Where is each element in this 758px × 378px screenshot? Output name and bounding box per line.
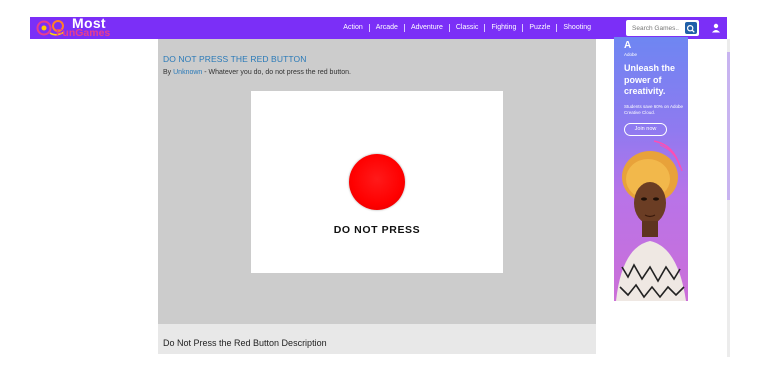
search-icon	[686, 24, 695, 33]
scrollbar-thumb[interactable]	[727, 52, 730, 200]
nav-adventure[interactable]: Adventure	[405, 24, 450, 32]
nav-action[interactable]: Action	[337, 24, 370, 32]
nav-classic[interactable]: Classic	[450, 24, 486, 32]
ad-brand: Adobe	[624, 52, 638, 57]
author-link[interactable]: Unknown	[173, 69, 202, 76]
ad-subtext: Students save 60% on Adobe Creative Clou…	[624, 104, 684, 115]
search-box	[626, 20, 699, 36]
category-nav: Action Arcade Adventure Classic Fighting…	[337, 17, 597, 39]
description-title: Do Not Press the Red Button Description	[163, 338, 327, 348]
adobe-logo: A	[624, 40, 632, 51]
nav-arcade[interactable]: Arcade	[370, 24, 405, 32]
search-input[interactable]	[626, 20, 684, 36]
user-icon	[712, 23, 720, 33]
user-account-button[interactable]	[709, 20, 723, 36]
nav-fighting[interactable]: Fighting	[485, 24, 524, 32]
red-button[interactable]	[349, 154, 405, 210]
ad-join-button[interactable]: Join now	[624, 123, 667, 136]
byline-prefix: By	[163, 69, 172, 76]
page: Most FunGames Action Arcade Adventure Cl…	[0, 0, 758, 378]
nav-puzzle[interactable]: Puzzle	[523, 24, 558, 32]
nav-shooting[interactable]: Shooting	[557, 24, 597, 32]
search-button[interactable]	[685, 22, 697, 34]
game-byline: By Unknown - Whatever you do, do not pre…	[163, 69, 351, 76]
game-title: DO NOT PRESS THE RED BUTTON	[163, 54, 307, 64]
ad-banner[interactable]: A Adobe Unleash the power of creativity.…	[614, 37, 688, 301]
game-panel: DO NOT PRESS THE RED BUTTON By Unknown -…	[158, 39, 596, 324]
site-logo[interactable]: Most FunGames	[34, 15, 144, 39]
game-frame[interactable]: DO NOT PRESS	[251, 91, 503, 273]
logo-word-fungames: FunGames	[56, 27, 111, 39]
site-header: Most FunGames Action Arcade Adventure Cl…	[30, 15, 727, 39]
game-tagline: - Whatever you do, do not press the red …	[202, 69, 351, 76]
ad-headline: Unleash the power of creativity.	[624, 63, 676, 96]
ad-portrait-image	[616, 140, 686, 301]
do-not-press-label: DO NOT PRESS	[333, 224, 421, 236]
description-section: Do Not Press the Red Button Description	[158, 324, 596, 354]
